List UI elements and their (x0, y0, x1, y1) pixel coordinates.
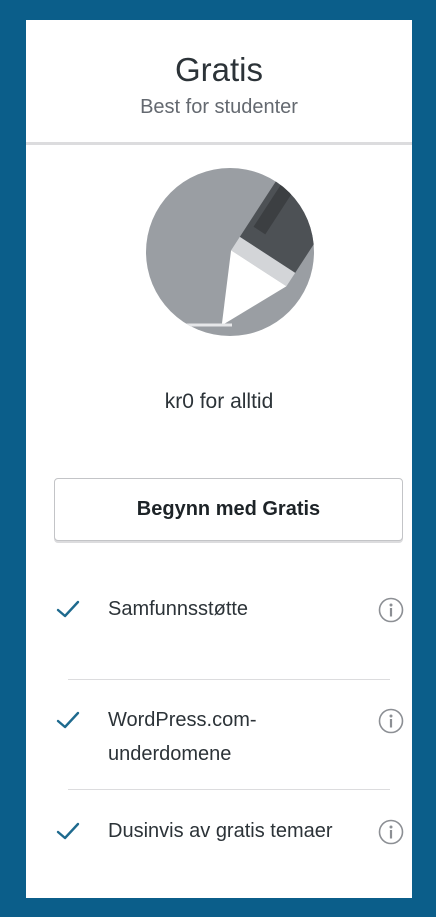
start-free-button[interactable]: Begynn med Gratis (54, 478, 403, 541)
feature-label: WordPress.com-underdomene (108, 709, 257, 765)
info-icon[interactable] (378, 708, 404, 734)
info-icon[interactable] (378, 819, 404, 845)
header-divider (26, 142, 412, 145)
plan-card: Gratis Best for studenter kr0 for alltid… (26, 20, 412, 898)
check-icon (56, 822, 80, 840)
info-icon[interactable] (378, 597, 404, 623)
check-icon (56, 711, 80, 729)
feature-label: Dusinvis av gratis temaer (108, 820, 333, 842)
check-icon (56, 600, 80, 618)
feature-divider (68, 789, 390, 790)
feature-label: Samfunnsstøtte (108, 598, 249, 620)
plan-name: Gratis (174, 51, 263, 88)
pencil-icon (146, 168, 314, 336)
plan-price: kr0 for alltid (164, 390, 274, 413)
feature-divider (68, 679, 390, 680)
plan-subtitle: Best for studenter (140, 96, 298, 118)
plan-header: Gratis Best for studenter (26, 20, 412, 142)
